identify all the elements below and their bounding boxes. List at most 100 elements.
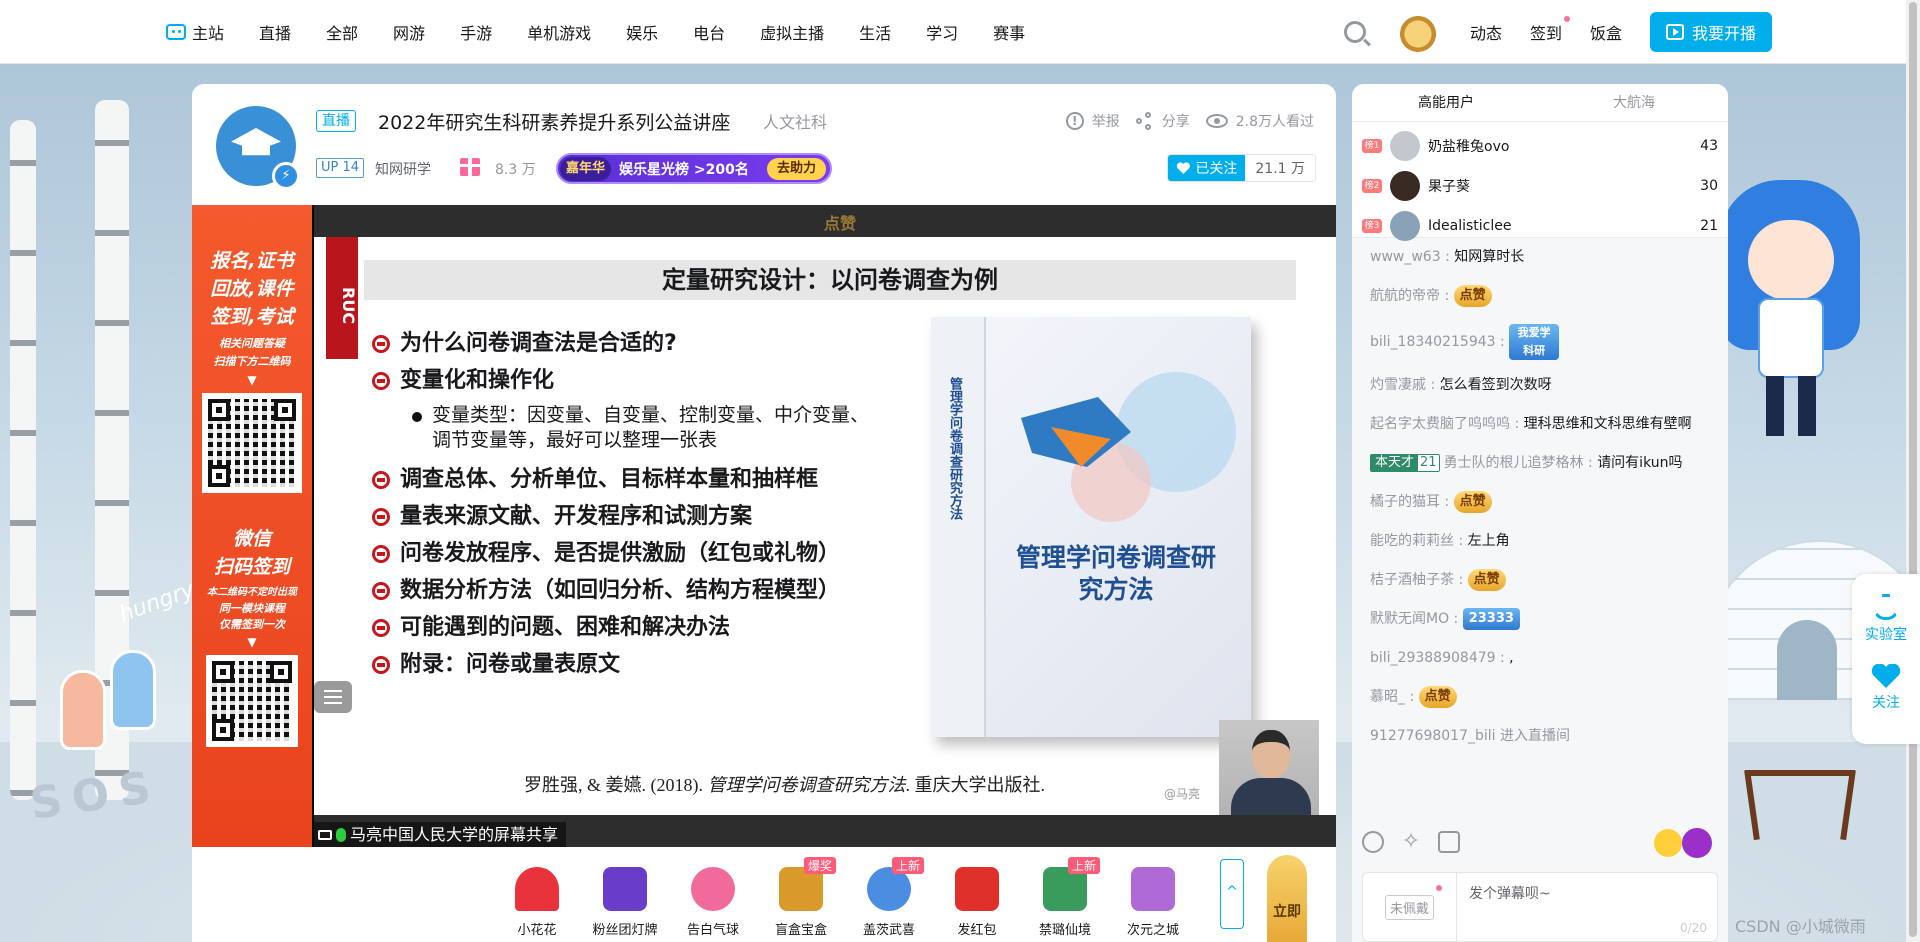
bullet-item: 变量化和操作化 [372, 362, 869, 399]
nav-checkin[interactable]: 签到 [1529, 16, 1570, 44]
user-avatar[interactable] [1397, 12, 1438, 52]
ruc-logo: RUC [326, 237, 358, 359]
arrow-bullet-icon [372, 371, 390, 390]
report-button[interactable]: ! 举报 [1065, 111, 1120, 131]
follow-label: 已关注 [1195, 161, 1238, 177]
screen-share-label: 马亮中国人民大学的屏幕共享 [314, 822, 567, 847]
ad-small-2: 扫描下方二维码 [213, 355, 291, 368]
page-scrollbar[interactable] [1906, 0, 1920, 942]
sunglasses-emoji-icon[interactable] [1654, 829, 1682, 857]
gift-item[interactable]: 粉丝团灯牌 [590, 859, 660, 938]
gift-item[interactable]: 爆奖 盲盒宝盒 [766, 857, 836, 938]
share-label: 分享 [1161, 114, 1190, 130]
chat-message: 灼雪凄戚 : 怎么看签到次数呀 [1370, 377, 1552, 393]
nav-item-vtuber[interactable]: 虚拟主播 [760, 20, 824, 44]
anchor-name[interactable]: 知网研学 [375, 159, 431, 179]
room-area-link[interactable]: 人文社科 [763, 109, 827, 133]
nav-lunchbox[interactable]: 饭盒 [1590, 20, 1622, 44]
search-icon[interactable] [1343, 21, 1366, 43]
start-live-button[interactable]: 我要开播 [1649, 12, 1772, 52]
nav-item-study[interactable]: 学习 [926, 20, 958, 44]
red-envelope-icon [955, 867, 999, 911]
flask-icon [1873, 594, 1899, 620]
heart-icon [1871, 664, 1901, 688]
lab-button[interactable]: 实验室 [1852, 594, 1920, 644]
rose-icon [515, 867, 559, 911]
gift-item[interactable]: 次元之城 [1118, 859, 1188, 938]
viewer-count: 2.8万人看过 [1205, 111, 1314, 131]
screen-share-text: 马亮中国人民大学的屏幕共享 [350, 825, 559, 844]
chat-toolbar: ✧ [1362, 828, 1718, 858]
gift-badge: 爆奖 [803, 857, 836, 874]
gift-item[interactable]: 上新 禁璐仙境 [1030, 857, 1100, 938]
rank-go-button[interactable]: 去助力 [766, 157, 826, 180]
rank-text: 娱乐星光榜 >200名 [619, 161, 749, 178]
start-live-label: 我要开播 [1691, 24, 1756, 43]
side-follow-button[interactable]: 关注 [1852, 664, 1920, 712]
gift-item[interactable]: 上新 盖茨武喜 [854, 857, 924, 938]
text-format-icon[interactable] [1438, 831, 1460, 853]
share-icon [1135, 112, 1154, 130]
scrollbar-thumb[interactable] [1909, 2, 1917, 937]
playlist-button[interactable] [314, 681, 352, 713]
fan-medal: 本天才 21 [1370, 454, 1440, 472]
palette-icon[interactable] [1362, 831, 1384, 853]
23333-emote: 23333 [1462, 608, 1520, 630]
gift-expand-button[interactable]: ^ [1220, 859, 1244, 929]
nav-checkin-label: 签到 [1529, 24, 1562, 43]
star-icon[interactable]: ✧ [1400, 831, 1422, 853]
nav-item-entertainment[interactable]: 娱乐 [626, 20, 658, 44]
anchor-avatar[interactable]: ⚡ [216, 106, 300, 190]
chat-message: 本天才 21 勇士队的根儿追梦格林 : 请问有ikun吗 [1370, 452, 1710, 474]
header-actions: ! 举报 分享 2.8万人看过 [1050, 111, 1314, 131]
nav-item-online-games[interactable]: 网游 [393, 20, 425, 44]
nav-item-single-games[interactable]: 单机游戏 [527, 20, 591, 44]
slide-watermark: @马亮 [1164, 787, 1201, 801]
rank-score: 21 [1700, 218, 1718, 234]
follow-button[interactable]: 已关注 [1168, 155, 1246, 181]
nav-home[interactable]: 主站 [166, 20, 224, 44]
nav-item-radio[interactable]: 电台 [693, 20, 725, 44]
bullet-item: 量表来源文献、开发程序和试测方案 [372, 498, 869, 535]
viewer-count-label: 2.8万人看过 [1235, 114, 1314, 130]
share-button[interactable]: 分享 [1135, 111, 1190, 131]
chat-message: bili_29388908479 : , [1370, 650, 1514, 666]
report-label: 举报 [1091, 114, 1120, 130]
rank-banner[interactable]: 嘉年华 娱乐星光榜 >200名 去助力 [556, 153, 832, 184]
tab-high-energy-users[interactable]: 高能用户 [1352, 84, 1540, 121]
nav-item-mobile-games[interactable]: 手游 [460, 20, 492, 44]
arrow-bullet-icon [372, 334, 390, 353]
gift-badge: 上新 [1067, 857, 1100, 874]
tab-captains[interactable]: 大航海 [1540, 84, 1728, 121]
ad-small-1: 相关问题答疑 [219, 337, 285, 350]
danmaku-input[interactable]: 发个弹幕呗~ 0/20 [1457, 873, 1717, 941]
presenter-webcam [1219, 720, 1319, 818]
nav-item-life[interactable]: 生活 [859, 20, 891, 44]
slide-title: 定量研究设计：以问卷调查为例 [364, 260, 1296, 300]
nav-item-all[interactable]: 全部 [326, 20, 358, 44]
gift-item[interactable]: 发红包 [942, 859, 1012, 938]
nav-item-esports[interactable]: 赛事 [993, 20, 1025, 44]
like-logo: 点赞 [824, 214, 857, 233]
rank-row[interactable]: 榜2 果子葵 30 [1362, 166, 1718, 206]
mic-icon [336, 827, 346, 842]
rank-row[interactable]: 榜1 奶盐稚兔ovo 43 [1362, 126, 1718, 166]
like-emote: 点赞 [1453, 491, 1492, 513]
video-player[interactable]: 报名,证书 回放,课件 签到,考试 相关问题答疑 扫描下方二维码 ▼ 微信 扫码… [192, 205, 1336, 847]
gift-bar: 小花花 粉丝团灯牌 告白气球 爆奖 盲盒宝盒 上新 盖茨武喜 发红包 上新 禁璐… [192, 847, 1336, 942]
gift-item[interactable]: 小花花 [502, 859, 572, 938]
chat-message: www_w63 : 知网算时长 [1370, 249, 1525, 265]
gift-item[interactable]: 告白气球 [678, 859, 748, 938]
danmaku-style-icon[interactable] [1682, 828, 1712, 858]
chat-message: 航航的帝帝 : 点赞 [1370, 285, 1710, 307]
nav-dynamics[interactable]: 动态 [1470, 20, 1502, 44]
ad-line-2: 回放,课件 [210, 278, 294, 300]
bullet-item: 附录：问卷或量表原文 [372, 646, 869, 683]
lab-label: 实验室 [1865, 627, 1907, 643]
medal-slot[interactable]: 未佩戴 [1363, 873, 1457, 941]
ad-wx-1: 微信 [232, 528, 271, 550]
nav-item-live[interactable]: 直播 [259, 20, 291, 44]
rank-user-name: 果子葵 [1428, 179, 1470, 195]
bullet-item: 调查总体、分析单位、目标样本量和抽样框 [372, 461, 869, 498]
special-gift-button[interactable]: 立即 [1267, 855, 1307, 942]
